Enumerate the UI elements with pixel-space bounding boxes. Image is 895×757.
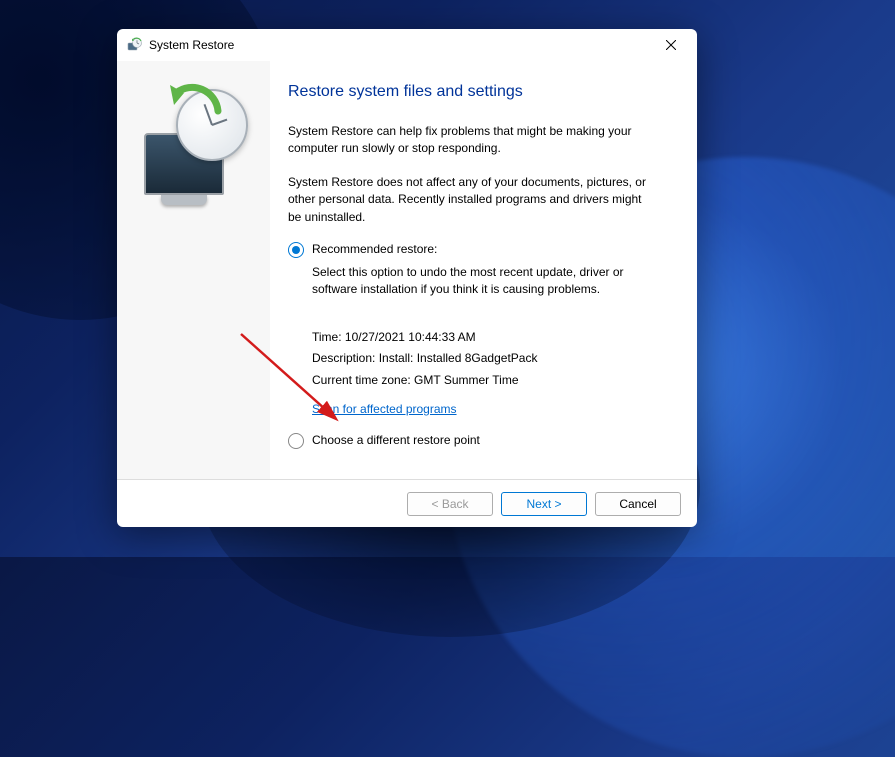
intro-paragraph-1: System Restore can help fix problems tha… [288,123,648,158]
recommended-restore-label[interactable]: Recommended restore: [312,242,437,256]
scan-affected-programs-link[interactable]: Scan for affected programs [312,399,457,419]
page-heading: Restore system files and settings [288,83,675,101]
cancel-button[interactable]: Cancel [595,492,681,516]
recommended-restore-radio[interactable] [288,242,304,258]
system-restore-dialog: System Restore Restore system files and … [117,29,697,527]
detail-description: Description: Install: Installed 8GadgetP… [312,348,675,368]
titlebar: System Restore [117,29,697,61]
next-button[interactable]: Next > [501,492,587,516]
back-button: < Back [407,492,493,516]
detail-timezone: Current time zone: GMT Summer Time [312,370,675,390]
system-restore-icon [127,37,143,53]
restore-graphic [134,87,254,207]
detail-time: Time: 10/27/2021 10:44:33 AM [312,327,675,347]
intro-paragraph-2: System Restore does not affect any of yo… [288,174,648,226]
dialog-graphic-pane [117,61,270,479]
different-restore-point-label[interactable]: Choose a different restore point [312,433,480,447]
close-button[interactable] [653,31,689,59]
window-title: System Restore [149,38,653,52]
dialog-content: Restore system files and settings System… [270,61,697,479]
recommended-restore-description: Select this option to undo the most rece… [312,264,632,299]
dialog-footer: < Back Next > Cancel [117,479,697,527]
different-restore-point-radio[interactable] [288,433,304,449]
restore-point-details: Time: 10/27/2021 10:44:33 AM Description… [312,327,675,434]
